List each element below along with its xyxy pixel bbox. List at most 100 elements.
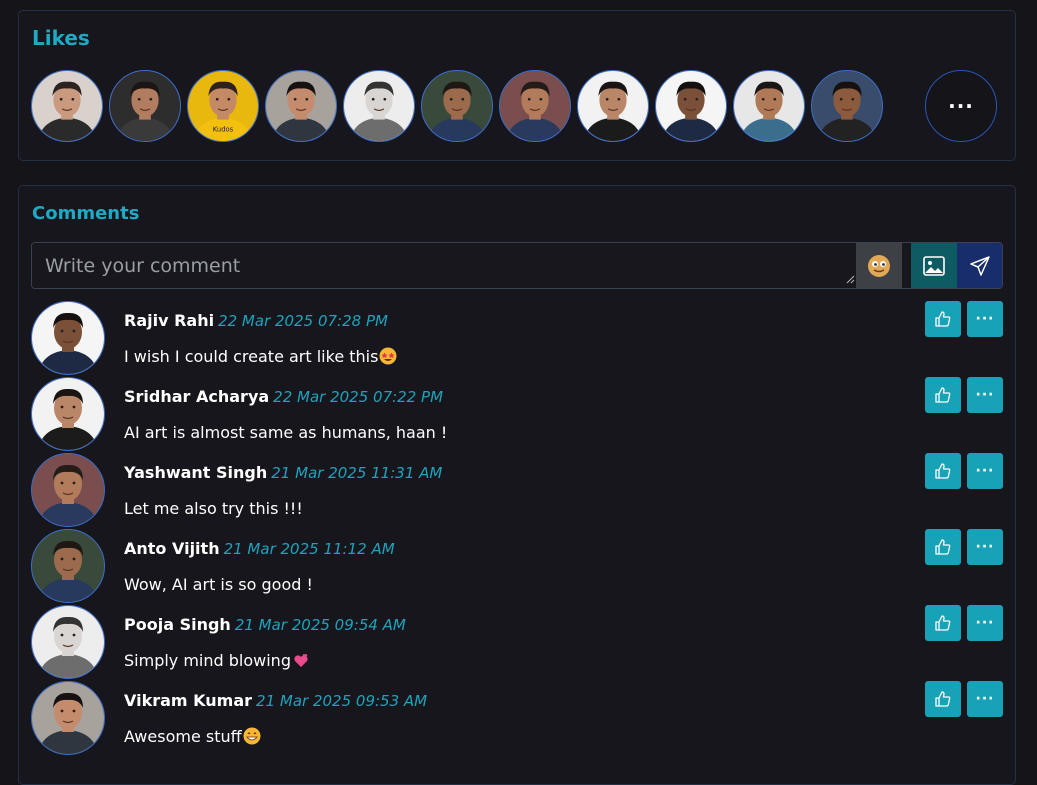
comment-avatar[interactable] bbox=[31, 605, 105, 679]
author-name[interactable]: Sridhar Acharya bbox=[124, 387, 269, 406]
likes-panel: Likes ··· Kudos bbox=[18, 10, 1016, 161]
portrait-image bbox=[656, 71, 726, 141]
like-avatar[interactable] bbox=[421, 70, 493, 142]
comment-timestamp: 21 Mar 2025 11:31 AM bbox=[271, 464, 443, 482]
like-avatar[interactable]: Kudos bbox=[187, 70, 259, 142]
thumbs-up-icon bbox=[935, 387, 951, 403]
comments-title: Comments bbox=[32, 203, 140, 224]
portrait-image bbox=[32, 606, 104, 678]
comment-more-button[interactable]: ··· bbox=[967, 529, 1003, 565]
comment-body: Let me also try this !!! bbox=[124, 499, 303, 518]
like-comment-button[interactable] bbox=[925, 681, 961, 717]
comments-panel: Comments Write your comment Rajiv Rahi 2… bbox=[18, 185, 1016, 785]
resize-grip-icon[interactable] bbox=[845, 274, 855, 284]
comment-more-button[interactable]: ··· bbox=[967, 377, 1003, 413]
comment-author[interactable]: Pooja Singh 21 Mar 2025 09:54 AM bbox=[124, 615, 406, 634]
grinning-emoji-icon bbox=[243, 727, 261, 745]
comment-text: I wish I could create art like this bbox=[124, 347, 397, 366]
portrait-image bbox=[812, 71, 882, 141]
comment-timestamp: 21 Mar 2025 09:53 AM bbox=[256, 692, 428, 710]
comment-more-button[interactable]: ··· bbox=[967, 301, 1003, 337]
like-avatar[interactable] bbox=[109, 70, 181, 142]
portrait-image bbox=[32, 378, 104, 450]
like-avatar[interactable] bbox=[577, 70, 649, 142]
like-avatar[interactable] bbox=[811, 70, 883, 142]
send-icon bbox=[970, 255, 990, 276]
portrait-image bbox=[500, 71, 570, 141]
portrait-image bbox=[578, 71, 648, 141]
comment-more-button[interactable]: ··· bbox=[967, 453, 1003, 489]
comment-item: Sridhar Acharya 22 Mar 2025 07:22 PM AI ar… bbox=[31, 377, 1003, 451]
emoji-button[interactable] bbox=[856, 243, 902, 288]
star-eyes-emoji-icon bbox=[379, 347, 397, 365]
comment-item: Vikram Kumar 21 Mar 2025 09:53 AM Awesome … bbox=[31, 681, 1003, 755]
portrait-image bbox=[422, 71, 492, 141]
comment-text: AI art is almost same as humans, haan ! bbox=[124, 423, 447, 442]
thumbs-up-icon bbox=[935, 311, 951, 327]
comment-text: Wow, AI art is so good ! bbox=[124, 575, 313, 594]
comment-text: Simply mind blowing bbox=[124, 651, 310, 670]
send-button[interactable] bbox=[957, 243, 1002, 288]
portrait-image bbox=[734, 71, 804, 141]
comment-author[interactable]: Sridhar Acharya 22 Mar 2025 07:22 PM bbox=[124, 387, 443, 406]
thumbs-up-icon bbox=[935, 463, 951, 479]
like-comment-button[interactable] bbox=[925, 453, 961, 489]
like-comment-button[interactable] bbox=[925, 529, 961, 565]
comment-timestamp: 22 Mar 2025 07:22 PM bbox=[273, 388, 444, 406]
comment-avatar[interactable] bbox=[31, 377, 105, 451]
like-avatar[interactable] bbox=[343, 70, 415, 142]
comment-text: Let me also try this !!! bbox=[124, 499, 303, 518]
comment-timestamp: 21 Mar 2025 11:12 AM bbox=[223, 540, 395, 558]
comment-avatar[interactable] bbox=[31, 529, 105, 603]
like-avatar[interactable] bbox=[733, 70, 805, 142]
comment-body: Simply mind blowing bbox=[124, 651, 291, 670]
like-comment-button[interactable] bbox=[925, 377, 961, 413]
comment-input[interactable] bbox=[32, 243, 856, 288]
more-likes-button[interactable]: ··· bbox=[925, 70, 997, 142]
like-comment-button[interactable] bbox=[925, 605, 961, 641]
comment-avatar[interactable] bbox=[31, 453, 105, 527]
like-avatar[interactable] bbox=[499, 70, 571, 142]
two-hearts-emoji-icon bbox=[294, 654, 308, 667]
comment-item: Rajiv Rahi 22 Mar 2025 07:28 PM I wish I c… bbox=[31, 301, 1003, 375]
comment-timestamp: 22 Mar 2025 07:28 PM bbox=[218, 312, 388, 330]
comment-item: Anto Vijith 21 Mar 2025 11:12 AM Wow, AI a… bbox=[31, 529, 1003, 603]
comment-author[interactable]: Vikram Kumar 21 Mar 2025 09:53 AM bbox=[124, 691, 427, 710]
like-comment-button[interactable] bbox=[925, 301, 961, 337]
thumbs-up-icon bbox=[935, 539, 951, 555]
like-avatar[interactable] bbox=[655, 70, 727, 142]
comment-composer bbox=[31, 242, 1003, 289]
portrait-image bbox=[266, 71, 336, 141]
author-name[interactable]: Rajiv Rahi bbox=[124, 311, 214, 330]
likes-avatars: ··· Kudos bbox=[31, 70, 1011, 142]
portrait-image bbox=[32, 454, 104, 526]
comment-item: Yashwant Singh 21 Mar 2025 11:31 AM Let me… bbox=[31, 453, 1003, 527]
comment-more-button[interactable]: ··· bbox=[967, 605, 1003, 641]
comment-timestamp: 21 Mar 2025 09:54 AM bbox=[234, 616, 406, 634]
comment-text: Awesome stuff bbox=[124, 727, 261, 746]
comment-author[interactable]: Anto Vijith 21 Mar 2025 11:12 AM bbox=[124, 539, 395, 558]
comment-body: AI art is almost same as humans, haan ! bbox=[124, 423, 448, 442]
author-name[interactable]: Pooja Singh bbox=[124, 615, 231, 634]
portrait-image bbox=[32, 682, 104, 754]
portrait-image bbox=[110, 71, 180, 141]
comment-author[interactable]: Yashwant Singh 21 Mar 2025 11:31 AM bbox=[124, 463, 442, 482]
smiley-icon bbox=[868, 254, 890, 277]
thumbs-up-icon bbox=[935, 691, 951, 707]
comment-more-button[interactable]: ··· bbox=[967, 681, 1003, 717]
comment-avatar[interactable] bbox=[31, 301, 105, 375]
author-name[interactable]: Yashwant Singh bbox=[124, 463, 267, 482]
comment-body: Wow, AI art is so good ! bbox=[124, 575, 313, 594]
portrait-image bbox=[32, 71, 102, 141]
portrait-image bbox=[344, 71, 414, 141]
comment-avatar[interactable] bbox=[31, 681, 105, 755]
image-upload-button[interactable] bbox=[911, 243, 957, 288]
author-name[interactable]: Anto Vijith bbox=[124, 539, 220, 558]
comment-body: I wish I could create art like this bbox=[124, 347, 379, 366]
like-avatar[interactable] bbox=[31, 70, 103, 142]
comment-author[interactable]: Rajiv Rahi 22 Mar 2025 07:28 PM bbox=[124, 311, 388, 330]
portrait-image: Kudos bbox=[188, 71, 258, 141]
author-name[interactable]: Vikram Kumar bbox=[124, 691, 252, 710]
likes-title: Likes bbox=[32, 26, 90, 50]
like-avatar[interactable] bbox=[265, 70, 337, 142]
